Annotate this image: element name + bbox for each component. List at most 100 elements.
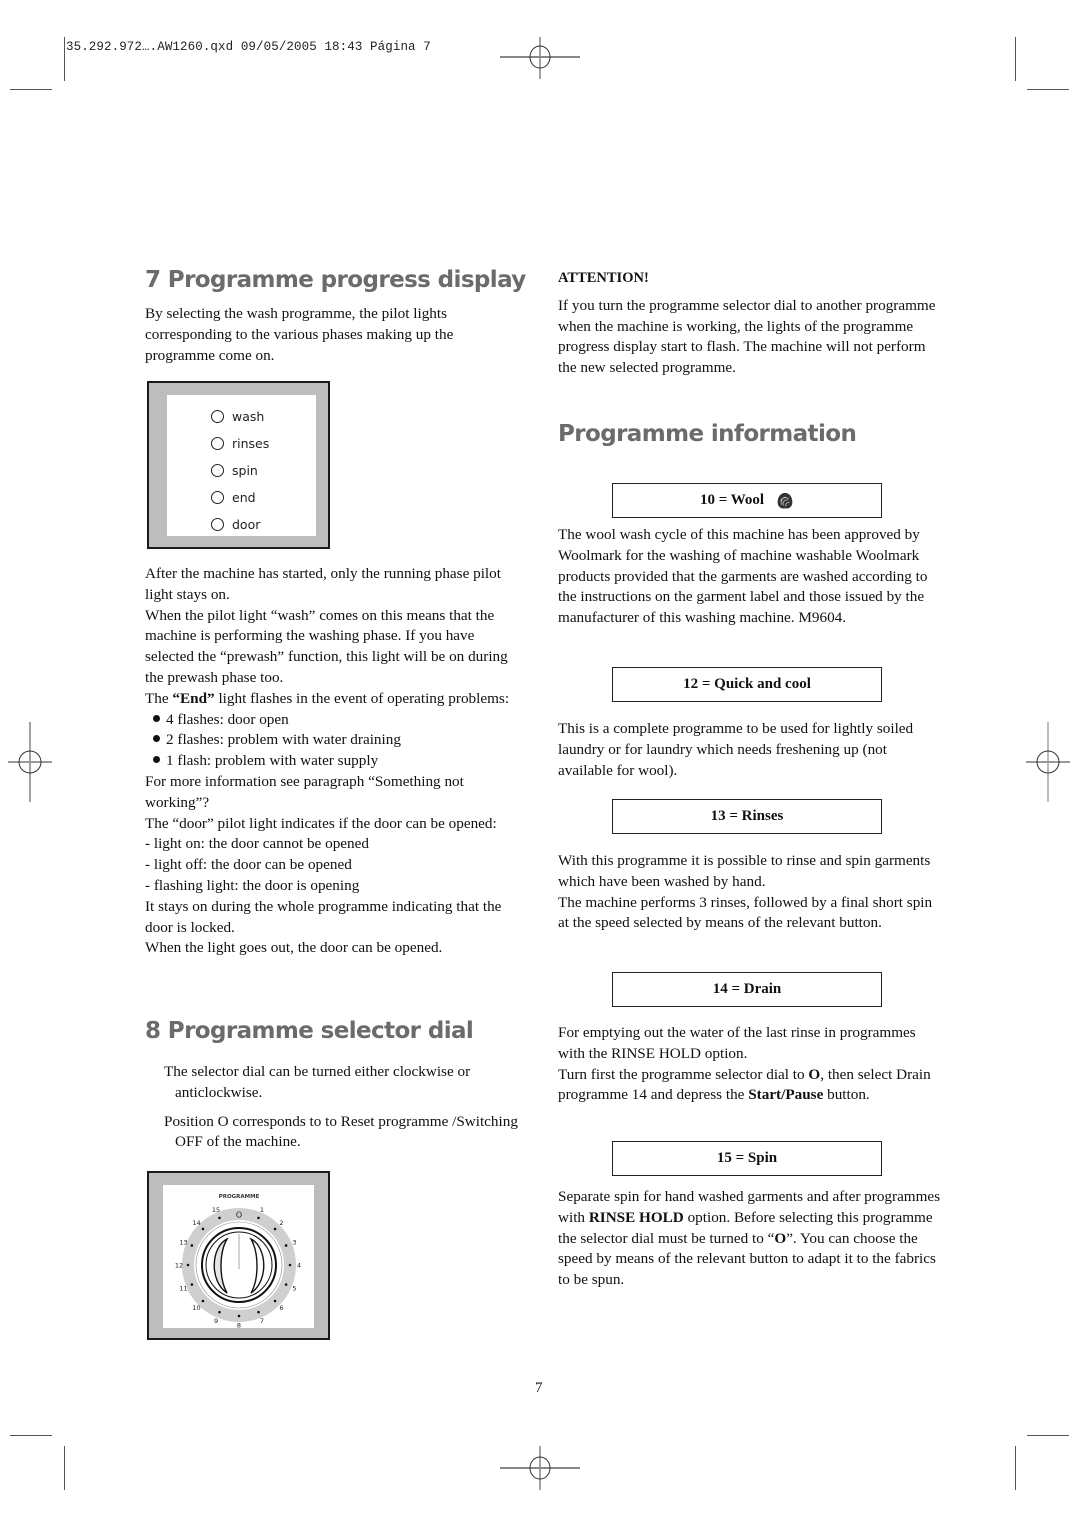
flash-codes-list: 4 flashes: door open 2 flashes: problem … [145,710,520,772]
bullet-icon [153,735,160,743]
para-more-info: For more information see paragraph “Some… [145,772,464,811]
dial-position-label: 9 [214,1317,218,1325]
light-spin: spin [211,457,269,484]
light-rinses: rinses [211,430,269,457]
dial-position-dot [201,1299,205,1303]
dial-position-dot [257,1216,260,1220]
programme-rinses-description: With this programme it is possible to ri… [558,852,933,932]
list-item: 1 flash: problem with water supply [145,751,520,772]
dial-position-dot [201,1227,205,1231]
pilot-light-circle-icon [211,464,224,477]
registration-mark-left-icon [8,722,52,802]
light-label: spin [232,463,258,478]
pilot-light-circle-icon [211,410,224,423]
section-7-body: After the machine has started, only the … [145,564,520,959]
woolmark-icon [777,492,793,509]
section-7-intro: By selecting the wash programme, the pil… [145,305,454,364]
light-wash: wash [211,403,269,430]
dial-position-label: 13 [179,1239,187,1247]
dial-position-dot [257,1310,260,1314]
registration-mark-right-icon [1026,722,1070,802]
programme-drain-description: For emptying out the water of the last r… [558,1024,931,1104]
dial-position-dot [218,1216,221,1220]
crop-mark-bottom-right-horizontal [1027,1435,1069,1436]
para-light-out: When the light goes out, the door can be… [145,939,443,957]
dial-position-dot [237,1314,241,1318]
dial-position-label: 6 [279,1304,283,1312]
programme-spin-description: Separate spin for hand washed garments a… [558,1188,941,1289]
light-label: wash [232,409,265,424]
door-state: - flashing light: the door is opening [145,876,360,894]
crop-mark-top-left-vertical [64,37,65,81]
bullet-icon [153,714,160,722]
list-item: 4 flashes: door open [145,710,520,731]
light-label: end [232,490,256,505]
print-slug: 35.292.972….AW1260.qxd 09/05/2005 18:43 … [66,40,431,54]
dial-position-dot [190,1244,194,1247]
page-number: 7 [535,1380,543,1396]
section-7-title: 7 Programme progress display [145,267,526,293]
crop-mark-bottom-left-horizontal [10,1435,52,1436]
crop-mark-top-right-horizontal [1027,89,1069,90]
programme-information-title: Programme information [558,421,857,447]
pilot-light-circle-icon [211,437,224,450]
crop-mark-bottom-right-vertical [1015,1446,1016,1490]
crop-mark-top-left-horizontal [10,89,52,90]
dial-position-label: O [236,1211,242,1220]
programme-box-quick-and-cool: 12 = Quick and cool [612,667,882,702]
light-end: end [211,484,269,511]
dial-position-label: 7 [260,1317,264,1325]
programme-box-spin: 15 = Spin [612,1141,882,1176]
dial-position-label: 10 [192,1304,200,1312]
dial-position-label: 8 [237,1322,241,1329]
para-dial-turn: The selector dial can be turned either c… [164,1063,471,1101]
dial-position-dot [273,1299,277,1303]
programme-box-rinses: 13 = Rinses [612,799,882,834]
dial-position-label: 3 [292,1239,296,1247]
pilot-light-circle-icon [211,518,224,531]
crop-mark-top-right-vertical [1015,37,1016,81]
selector-dial-figure: PROGRAMME O 1 2 3 4 5 6 7 8 9 10 11 12 13 14 15 [147,1171,330,1340]
bullet-icon [153,756,160,764]
dial-position-label: 11 [179,1284,187,1292]
dial-label: PROGRAMME [219,1194,260,1200]
light-door: door [211,511,269,538]
section-8-title: 8 Programme selector dial [145,1018,474,1044]
section-8-body: The selector dial can be turned either c… [164,1062,520,1153]
dial-position-dot [218,1310,221,1314]
light-label: rinses [232,436,270,451]
dial-position-label: 15 [212,1206,220,1214]
dial-position-label: 14 [192,1219,200,1227]
door-state: - light off: the door can be opened [145,856,352,874]
programme-selector-dial-icon: PROGRAMME O123456789101112131415 [175,1194,301,1330]
programme-box-wool: 10 = Wool [612,483,882,518]
attention-title: ATTENTION! [558,270,649,286]
para-stays-on: It stays on during the whole programme i… [145,897,502,936]
crop-mark-bottom-left-vertical [64,1446,65,1490]
para-running: After the machine has started, only the … [145,565,501,603]
light-label: door [232,517,261,532]
para-position-o: Position O corresponds to to Reset progr… [164,1112,518,1151]
dial-position-dot [288,1263,292,1267]
programme-wool-description: The wool wash cycle of this machine has … [558,526,928,627]
dial-position-dot [186,1263,190,1267]
programme-box-drain: 14 = Drain [612,972,882,1007]
dial-position-dot [284,1283,288,1286]
attention-block: ATTENTION! If you turn the programme sel… [558,268,943,379]
dial-position-label: 12 [175,1262,183,1270]
progress-display-figure: wash rinses spin end door [147,381,330,549]
para-end-light: The “End” light flashes in the event of … [145,689,510,707]
dial-position-dot [273,1227,277,1231]
programme-quick-description: This is a complete programme to be used … [558,720,914,779]
dial-position-label: 1 [260,1206,264,1214]
dial-position-label: 5 [292,1284,296,1292]
para-door-light: The “door” pilot light indicates if the … [145,814,497,832]
registration-mark-top-icon [500,37,580,79]
dial-position-label: 2 [279,1219,283,1227]
pilot-light-circle-icon [211,491,224,504]
list-item: 2 flashes: problem with water draining [145,730,520,751]
dial-position-dot [190,1283,194,1286]
para-wash-light: When the pilot light “wash” comes on thi… [145,606,508,686]
dial-position-dot [284,1244,288,1247]
door-state: - light on: the door cannot be opened [145,835,369,853]
